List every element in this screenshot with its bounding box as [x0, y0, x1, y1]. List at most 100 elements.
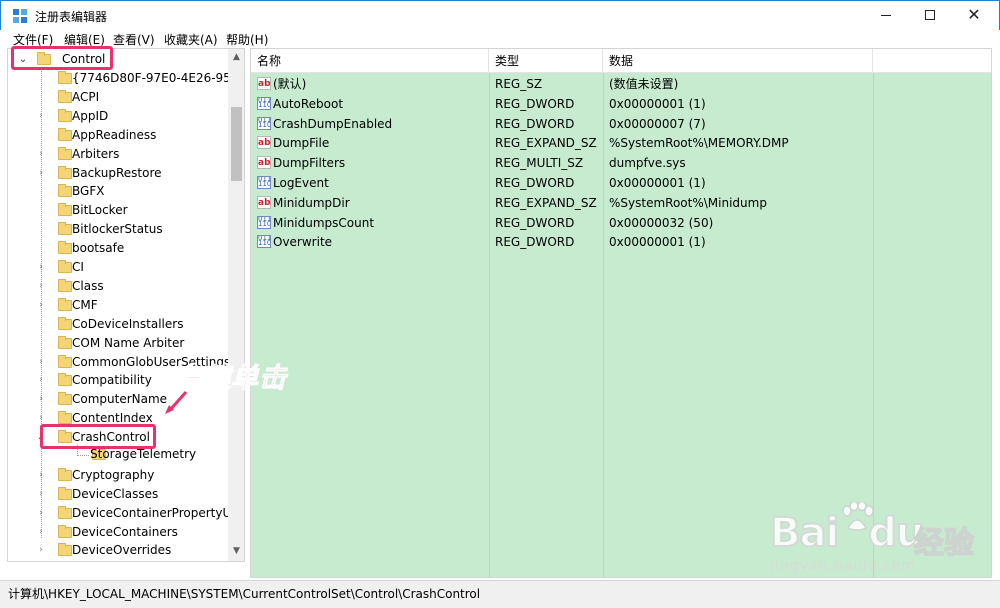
- folder-icon: [58, 543, 72, 556]
- menu-help[interactable]: 帮助(H): [226, 31, 268, 48]
- tree-node-label: BackupRestore: [72, 166, 162, 180]
- expand-icon[interactable]: ›: [36, 541, 46, 560]
- value-data: 0x00000007 (7): [609, 116, 706, 131]
- tree-node-label: CMF: [72, 298, 98, 312]
- expand-icon[interactable]: ›: [36, 107, 46, 126]
- tree-node-label: bootsafe: [72, 241, 125, 255]
- column-header-name[interactable]: 名称: [251, 49, 489, 73]
- tree-node-arbiters[interactable]: › Arbiters: [36, 145, 228, 164]
- tree-node-label: AppReadiness: [72, 128, 157, 142]
- menu-view[interactable]: 查看(V): [113, 31, 155, 48]
- tree-node-label: COM Name Arbiter: [72, 336, 185, 350]
- expand-icon[interactable]: ›: [36, 485, 46, 504]
- close-button[interactable]: ✕: [951, 1, 997, 31]
- binary-value-icon: 011 110: [257, 116, 271, 130]
- value-name: (默认): [273, 77, 307, 91]
- tree-node-label: ComputerName: [72, 392, 168, 406]
- scroll-up-arrow-icon[interactable]: ▲: [228, 49, 244, 66]
- folder-icon: [58, 279, 72, 292]
- scroll-down-arrow-icon[interactable]: ▼: [228, 543, 244, 560]
- status-path: 计算机\HKEY_LOCAL_MACHINE\SYSTEM\CurrentCon…: [8, 587, 481, 601]
- tree-node-label: DeviceContainerPropertyUpdateEvents: [72, 506, 245, 520]
- tree-node-backuprestore[interactable]: › BackupRestore: [36, 164, 228, 183]
- expand-icon[interactable]: ›: [36, 296, 46, 315]
- value-row[interactable]: 011 110 Overwrite REG_DWORD 0x00000001 (1): [251, 232, 991, 252]
- tree-node-class[interactable]: › Class: [36, 277, 228, 296]
- scrollbar-thumb[interactable]: [231, 107, 242, 181]
- string-value-icon: ab: [257, 136, 271, 150]
- tree-node-ci[interactable]: › CI: [36, 258, 228, 277]
- expand-icon[interactable]: ›: [36, 371, 46, 390]
- column-header-data[interactable]: 数据: [603, 49, 873, 73]
- expand-icon[interactable]: ›: [36, 353, 46, 372]
- tree-node-label: BitLocker: [72, 203, 128, 217]
- tree-node-devicecontainers[interactable]: › DeviceContainers: [36, 523, 228, 542]
- tree-node-label: AppID: [72, 109, 109, 123]
- folder-icon: [58, 487, 72, 500]
- tree-vertical-scrollbar[interactable]: ▲ ▼: [228, 49, 244, 561]
- folder-icon: [58, 128, 72, 141]
- tree-node-label: Cryptography: [72, 468, 155, 482]
- tree-node-label: CI: [72, 260, 84, 274]
- tree-node-appid[interactable]: › AppID: [36, 107, 228, 126]
- tree-node-bitlocker[interactable]: BitLocker: [36, 201, 228, 220]
- value-name: Overwrite: [273, 235, 333, 250]
- tree-node-deviceoverrides[interactable]: › DeviceOverrides: [36, 541, 228, 560]
- tree-node-bitlockerstatus[interactable]: BitlockerStatus: [36, 220, 228, 239]
- value-data: 0x00000001 (1): [609, 176, 706, 190]
- tree-node-deviceclasses[interactable]: › DeviceClasses: [36, 485, 228, 504]
- tree-node-7746d80f-97e0-4e26-9543[interactable]: {7746D80F-97E0-4E26-9543-: [36, 69, 244, 88]
- tree-node-cryptography[interactable]: › Cryptography: [36, 466, 228, 485]
- minimize-button[interactable]: [863, 1, 909, 31]
- baidu-jingyan-text: 经验: [913, 525, 975, 562]
- expand-icon[interactable]: ›: [36, 164, 46, 183]
- value-row[interactable]: ab DumpFilters REG_MULTI_SZ dumpfve.sys: [251, 153, 991, 173]
- value-row[interactable]: ab MinidumpDir REG_EXPAND_SZ %SystemRoot%\M…: [251, 193, 991, 213]
- expand-icon[interactable]: ›: [36, 258, 46, 277]
- value-row[interactable]: 011 110 MinidumpsCount REG_DWORD 0x00000032…: [251, 213, 991, 233]
- string-value-icon: ab: [257, 156, 271, 170]
- baidu-watermark: Bai du 经验 jingyan.baidu.com: [769, 502, 990, 582]
- tree-node-codeviceinstallers[interactable]: CoDeviceInstallers: [36, 315, 228, 334]
- window-title: 注册表编辑器: [35, 10, 108, 24]
- expand-icon[interactable]: ›: [36, 145, 46, 164]
- value-row[interactable]: 011 110 CrashDumpEnabled REG_DWORD 0x000000…: [251, 114, 991, 134]
- binary-value-icon: 011 110: [257, 235, 271, 249]
- tree-node-bgfx[interactable]: BGFX: [36, 182, 228, 201]
- string-value-icon: ab: [257, 195, 271, 209]
- value-type: REG_EXPAND_SZ: [495, 136, 597, 151]
- tree-node-devicecontainerpropertyupdateevents[interactable]: › DeviceContainerPropertyUpdateEvents: [36, 504, 244, 523]
- maximize-button[interactable]: [907, 1, 953, 31]
- value-type: REG_DWORD: [495, 96, 575, 111]
- value-data: %SystemRoot%\Minidump: [609, 195, 767, 210]
- tree-node-label: Arbiters: [72, 147, 120, 161]
- tree-node-cmf[interactable]: › CMF: [36, 296, 228, 315]
- value-row[interactable]: ab (默认) REG_SZ (数值未设置): [251, 74, 991, 94]
- folder-icon: [58, 373, 72, 386]
- value-row[interactable]: ab DumpFile REG_EXPAND_SZ %SystemRoot%\MEMO…: [251, 133, 991, 153]
- menu-favorites[interactable]: 收藏夹(A): [164, 31, 218, 48]
- column-header-empty: [873, 49, 991, 73]
- tree-node-appreadiness[interactable]: AppReadiness: [36, 126, 228, 145]
- value-row[interactable]: 011 110 AutoReboot REG_DWORD 0x00000001 (1): [251, 94, 991, 114]
- folder-icon: [58, 355, 72, 368]
- expand-icon[interactable]: ›: [36, 504, 46, 523]
- column-header-type[interactable]: 类型: [489, 49, 603, 73]
- registry-tree[interactable]: ⌄ Control {7746D80F-97E0-4E26-9543- ACPI ›…: [7, 48, 245, 562]
- expand-icon[interactable]: ›: [36, 466, 46, 485]
- expand-icon[interactable]: ›: [36, 390, 46, 409]
- value-list[interactable]: 名称 类型 数据 ab (默认) REG_SZ (数值未设置) 011 110 AutoR…: [250, 48, 992, 578]
- tree-node-bootsafe[interactable]: bootsafe: [36, 239, 228, 258]
- value-row[interactable]: 011 110 LogEvent REG_DWORD 0x00000001 (1): [251, 173, 991, 193]
- value-data: %SystemRoot%\MEMORY.DMP: [609, 136, 789, 151]
- folder-icon: [58, 260, 72, 273]
- expand-icon[interactable]: ›: [36, 523, 46, 542]
- value-name: LogEvent: [273, 176, 329, 190]
- tree-node-com-name-arbiter[interactable]: COM Name Arbiter: [36, 334, 228, 353]
- value-data: 0x00000001 (1): [609, 96, 706, 111]
- expand-icon[interactable]: ›: [36, 277, 46, 296]
- tree-node-acpi[interactable]: ACPI: [36, 88, 228, 107]
- string-value-icon: ab: [257, 77, 271, 90]
- value-type: REG_MULTI_SZ: [495, 156, 584, 171]
- folder-icon: [58, 71, 72, 84]
